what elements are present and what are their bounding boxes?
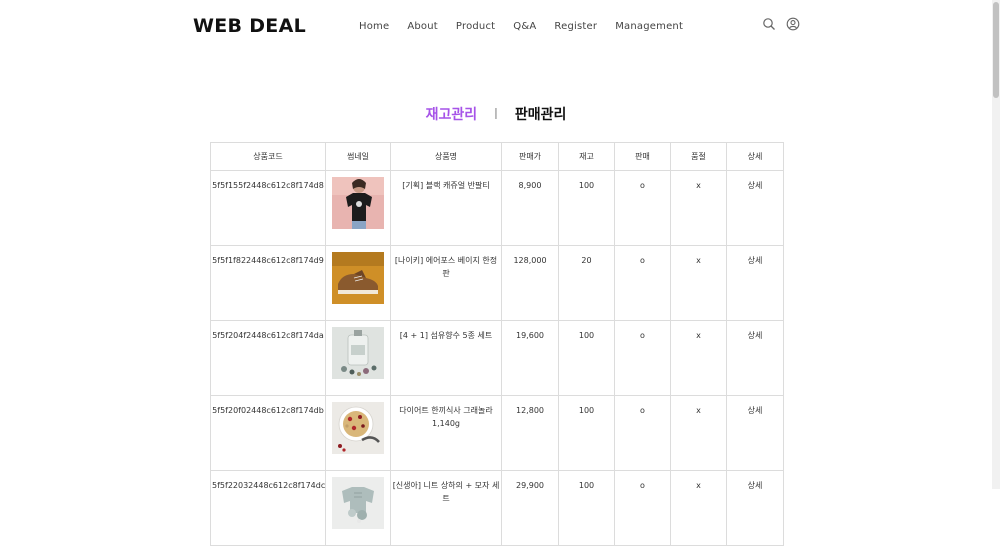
nav-qna[interactable]: Q&A [513,21,536,32]
product-stock: 100 [558,470,615,546]
product-on-sale: o [614,245,671,321]
product-soldout: x [670,395,727,471]
thumbnail-cell [325,320,391,396]
product-stock: 100 [558,395,615,471]
product-stock: 100 [558,170,615,246]
table-row: 5f5f204f2448c612c8f174da [4 + 1] 섬유향수 5종… [210,320,784,396]
table-row: 5f5f20f02448c612c8f174db 다이어트 한끼식사 그래놀라 … [210,395,784,471]
thumbnail-cell [325,170,391,246]
nav-register[interactable]: Register [554,21,597,32]
product-code: 5f5f204f2448c612c8f174da [210,320,326,396]
tab-sales-management[interactable]: 판매관리 [515,104,567,124]
product-name: 다이어트 한끼식사 그래놀라 1,140g [390,395,502,471]
header-thumbnail: 썸네일 [325,142,391,171]
thumbnail-cell [325,470,391,546]
tab-separator: l [494,107,498,123]
page-scrollbar[interactable] [992,0,1000,489]
product-on-sale: o [614,320,671,396]
product-code: 5f5f22032448c612c8f174dc [210,470,326,546]
product-soldout: x [670,170,727,246]
header-product-code: 상품코드 [210,142,326,171]
main-nav: Home About Product Q&A Register Manageme… [359,21,701,32]
nav-product[interactable]: Product [456,21,495,32]
site-header: WEB DEAL Home About Product Q&A Register… [0,0,992,55]
product-price: 19,600 [501,320,559,396]
detail-link[interactable]: 상세 [726,170,784,246]
detail-link[interactable]: 상세 [726,395,784,471]
management-tabs: 재고관리 l 판매관리 [0,104,992,124]
scrollbar-thumb[interactable] [993,2,999,98]
site-logo[interactable]: WEB DEAL [193,15,306,37]
product-name: [기획] 블랙 캐쥬얼 반팔티 [390,170,502,246]
product-soldout: x [670,245,727,321]
product-thumbnail-black-tshirt[interactable] [332,177,384,229]
product-code: 5f5f155f2448c612c8f174d8 [210,170,326,246]
detail-link[interactable]: 상세 [726,470,784,546]
product-name: [신생아] 니트 상하의 + 모자 세트 [390,470,502,546]
table-row: 5f5f155f2448c612c8f174d8 [기획] 블랙 캐쥬얼 반팔티… [210,170,784,246]
product-on-sale: o [614,170,671,246]
product-soldout: x [670,470,727,546]
table-header-row: 상품코드 썸네일 상품명 판매가 재고 판매 품절 상세 [210,142,784,171]
product-name: [4 + 1] 섬유향수 5종 세트 [390,320,502,396]
product-code: 5f5f1f822448c612c8f174d9 [210,245,326,321]
product-price: 12,800 [501,395,559,471]
tab-stock-management[interactable]: 재고관리 [426,104,478,124]
nav-home[interactable]: Home [359,21,389,32]
search-icon[interactable] [762,16,776,30]
header-sale: 판매 [614,142,671,171]
header-product-name: 상품명 [390,142,502,171]
product-thumbnail-knit-baby-set[interactable] [332,477,384,529]
product-soldout: x [670,320,727,396]
header-soldout: 품절 [670,142,727,171]
product-on-sale: o [614,470,671,546]
thumbnail-cell [325,245,391,321]
product-thumbnail-granola-bowl[interactable] [332,402,384,454]
thumbnail-cell [325,395,391,471]
header-stock: 재고 [558,142,615,171]
nav-management[interactable]: Management [615,21,683,32]
table-row: 5f5f1f822448c612c8f174d9 [나이키] 에어포스 베이지 … [210,245,784,321]
header-detail: 상세 [726,142,784,171]
product-stock: 20 [558,245,615,321]
header-price: 판매가 [501,142,559,171]
product-on-sale: o [614,395,671,471]
product-thumbnail-beige-sneakers[interactable] [332,252,384,304]
table-row: 5f5f22032448c612c8f174dc [신생아] 니트 상하의 + … [210,470,784,546]
product-thumbnail-fabric-perfume[interactable] [332,327,384,379]
detail-link[interactable]: 상세 [726,320,784,396]
nav-about[interactable]: About [407,21,438,32]
product-price: 8,900 [501,170,559,246]
detail-link[interactable]: 상세 [726,245,784,321]
stock-table: 상품코드 썸네일 상품명 판매가 재고 판매 품절 상세 5f5f155f244… [210,142,784,546]
product-stock: 100 [558,320,615,396]
user-icon[interactable] [786,16,800,31]
product-code: 5f5f20f02448c612c8f174db [210,395,326,471]
product-name: [나이키] 에어포스 베이지 한정판 [390,245,502,321]
product-price: 29,900 [501,470,559,546]
product-price: 128,000 [501,245,559,321]
